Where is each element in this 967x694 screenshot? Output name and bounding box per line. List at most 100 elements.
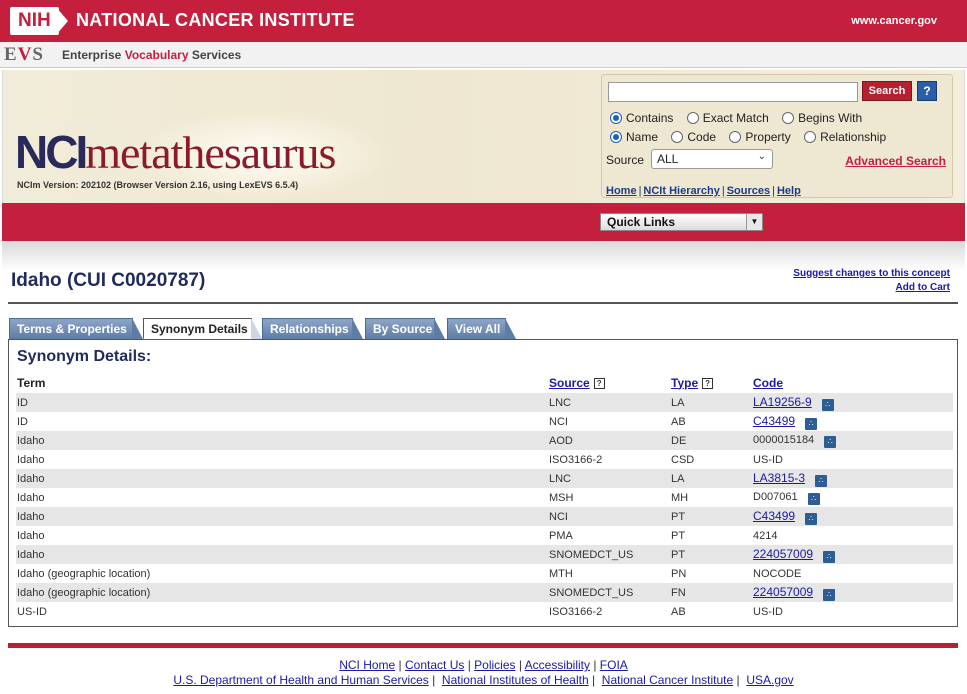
evs-logo[interactable]: EVS [4, 44, 44, 66]
quick-links-bar: Quick Links ▼ [2, 203, 965, 241]
table-row: Idaho (geographic location) MTH PN NOCODE [16, 564, 953, 583]
nih-logo[interactable]: NIH [10, 7, 59, 35]
radio-begins-with[interactable]: Begins With [782, 111, 862, 125]
tree-icon[interactable]: ∴ [821, 398, 834, 411]
nci-title[interactable]: NATIONAL CANCER INSTITUTE [76, 10, 355, 31]
evs-bar: EVS Enterprise Vocabulary Services [0, 42, 967, 68]
radio-selected-icon [610, 112, 622, 124]
nav-home[interactable]: Home [606, 185, 637, 197]
table-row: Idaho (geographic location) SNOMEDCT_US FN… [16, 583, 953, 602]
tab-by-source[interactable]: By Source [365, 318, 445, 339]
code-cell: LA3815-3 ∴ [752, 469, 953, 488]
footer-hhs[interactable]: U.S. Department of Health and Human Serv… [173, 673, 428, 687]
type-cell: MH [671, 491, 689, 504]
source-cell: NCI [549, 415, 568, 428]
tree-icon[interactable]: ∴ [807, 492, 820, 505]
tab-synonym-details[interactable]: Synonym Details [143, 318, 262, 339]
source-cell: ISO3166-2 [549, 453, 603, 466]
search-button[interactable]: Search [862, 81, 912, 101]
ncim-logo[interactable]: NCImetathesaurus [15, 128, 336, 177]
sort-by-code[interactable]: Code [753, 376, 783, 390]
radio-code[interactable]: Code [671, 130, 716, 144]
table-row: Idaho AOD DE 0000015184 ∴ [16, 431, 953, 450]
code-link[interactable]: C43499 [753, 414, 795, 428]
radio-property[interactable]: Property [729, 130, 791, 144]
radio-relationship[interactable]: Relationship [804, 130, 886, 144]
code-cell: D007061 ∴ [752, 488, 953, 507]
help-icon[interactable]: ? [593, 377, 605, 389]
tree-icon[interactable]: ∴ [823, 588, 836, 601]
footer-nci[interactable]: National Cancer Institute [602, 673, 733, 687]
type-cell: PN [671, 567, 687, 580]
sort-by-source[interactable]: Source [549, 376, 590, 390]
term-cell: Idaho [16, 431, 548, 450]
type-cell: LA [670, 393, 752, 412]
advanced-search-link[interactable]: Advanced Search [845, 154, 946, 168]
footer-usa-gov[interactable]: USA.gov [746, 673, 793, 687]
header-code: Code [752, 372, 953, 393]
table-row: ID LNC LA LA19256-9 ∴ [16, 393, 953, 412]
tab-view-all[interactable]: View All [447, 318, 516, 339]
search-input[interactable] [608, 82, 858, 102]
radio-name[interactable]: Name [610, 130, 658, 144]
code-text: NOCODE [753, 567, 802, 580]
radio-contains[interactable]: Contains [610, 111, 673, 125]
source-cell: AOD [548, 431, 670, 450]
suggest-changes-link[interactable]: Suggest changes to this concept [793, 268, 950, 279]
footer-contact-us[interactable]: Contact Us [405, 658, 464, 672]
code-link[interactable]: LA19256-9 [753, 395, 812, 409]
source-select[interactable]: ALL ⌄ [651, 149, 773, 169]
radio-exact-match[interactable]: Exact Match [686, 111, 769, 125]
table-row: Idaho SNOMEDCT_US PT 224057009 ∴ [16, 545, 953, 564]
code-text: 4214 [753, 529, 778, 542]
synonym-table: Term Source? Type? Code ID LNC LA LA19256-9… [16, 372, 953, 621]
code-link[interactable]: 224057009 [753, 585, 813, 599]
tab-terms-properties[interactable]: Terms & Properties [9, 318, 143, 339]
source-cell: ISO3166-2 [549, 605, 603, 618]
footer-divider [8, 643, 958, 648]
code-cell: NOCODE [752, 564, 953, 583]
source-cell: MSH [549, 491, 574, 504]
term-cell: Idaho (geographic location) [17, 567, 151, 580]
header-type: Type? [670, 372, 752, 393]
footer-accessibility[interactable]: Accessibility [525, 658, 590, 672]
sort-by-type[interactable]: Type [671, 376, 698, 390]
evs-title[interactable]: Enterprise Vocabulary Services [62, 48, 241, 62]
type-cell: PT [671, 529, 686, 542]
table-row: Idaho ISO3166-2 CSD US-ID [16, 450, 953, 469]
code-link[interactable]: LA3815-3 [753, 471, 805, 485]
add-to-cart-link[interactable]: Add to Cart [896, 282, 950, 293]
tab-relationships[interactable]: Relationships [262, 318, 363, 339]
nav-sources[interactable]: Sources [727, 185, 770, 197]
version-text: NCIm Version: 202102 (Browser Version 2.… [17, 180, 299, 190]
cancer-gov-link[interactable]: www.cancer.gov [851, 15, 937, 27]
footer-nci-home[interactable]: NCI Home [339, 658, 395, 672]
footer-nih[interactable]: National Institutes of Health [442, 673, 589, 687]
app-header: NCImetathesaurus NCIm Version: 202102 (B… [2, 70, 965, 203]
help-icon[interactable]: ? [917, 81, 937, 101]
term-cell: ID [17, 415, 28, 428]
quick-links-select[interactable]: Quick Links ▼ [600, 213, 763, 231]
tree-icon[interactable]: ∴ [805, 417, 818, 430]
nav-help[interactable]: Help [777, 185, 801, 197]
target-options: Name Code Property Relationship [610, 130, 896, 146]
help-icon[interactable]: ? [702, 377, 714, 389]
header-term: Term [17, 375, 46, 390]
code-cell: 4214 [752, 526, 953, 545]
footer-policies[interactable]: Policies [474, 658, 515, 672]
code-link[interactable]: C43499 [753, 509, 795, 523]
tree-icon[interactable]: ∴ [805, 512, 818, 525]
tree-icon[interactable]: ∴ [824, 435, 837, 448]
tree-icon[interactable]: ∴ [815, 474, 828, 487]
tree-icon[interactable]: ∴ [823, 550, 836, 563]
radio-icon [782, 112, 795, 124]
code-cell: C43499 ∴ [752, 507, 953, 526]
code-link[interactable]: 224057009 [753, 547, 813, 561]
nav-ncit-hierarchy[interactable]: NCIt Hierarchy [643, 185, 719, 197]
footer-foia[interactable]: FOIA [600, 658, 628, 672]
divider [8, 302, 958, 304]
search-panel: Search ? Contains Exact Match Begins Wit… [601, 74, 953, 198]
header-source: Source? [548, 372, 670, 393]
source-cell: LNC [548, 393, 670, 412]
code-cell: US-ID [752, 450, 953, 469]
